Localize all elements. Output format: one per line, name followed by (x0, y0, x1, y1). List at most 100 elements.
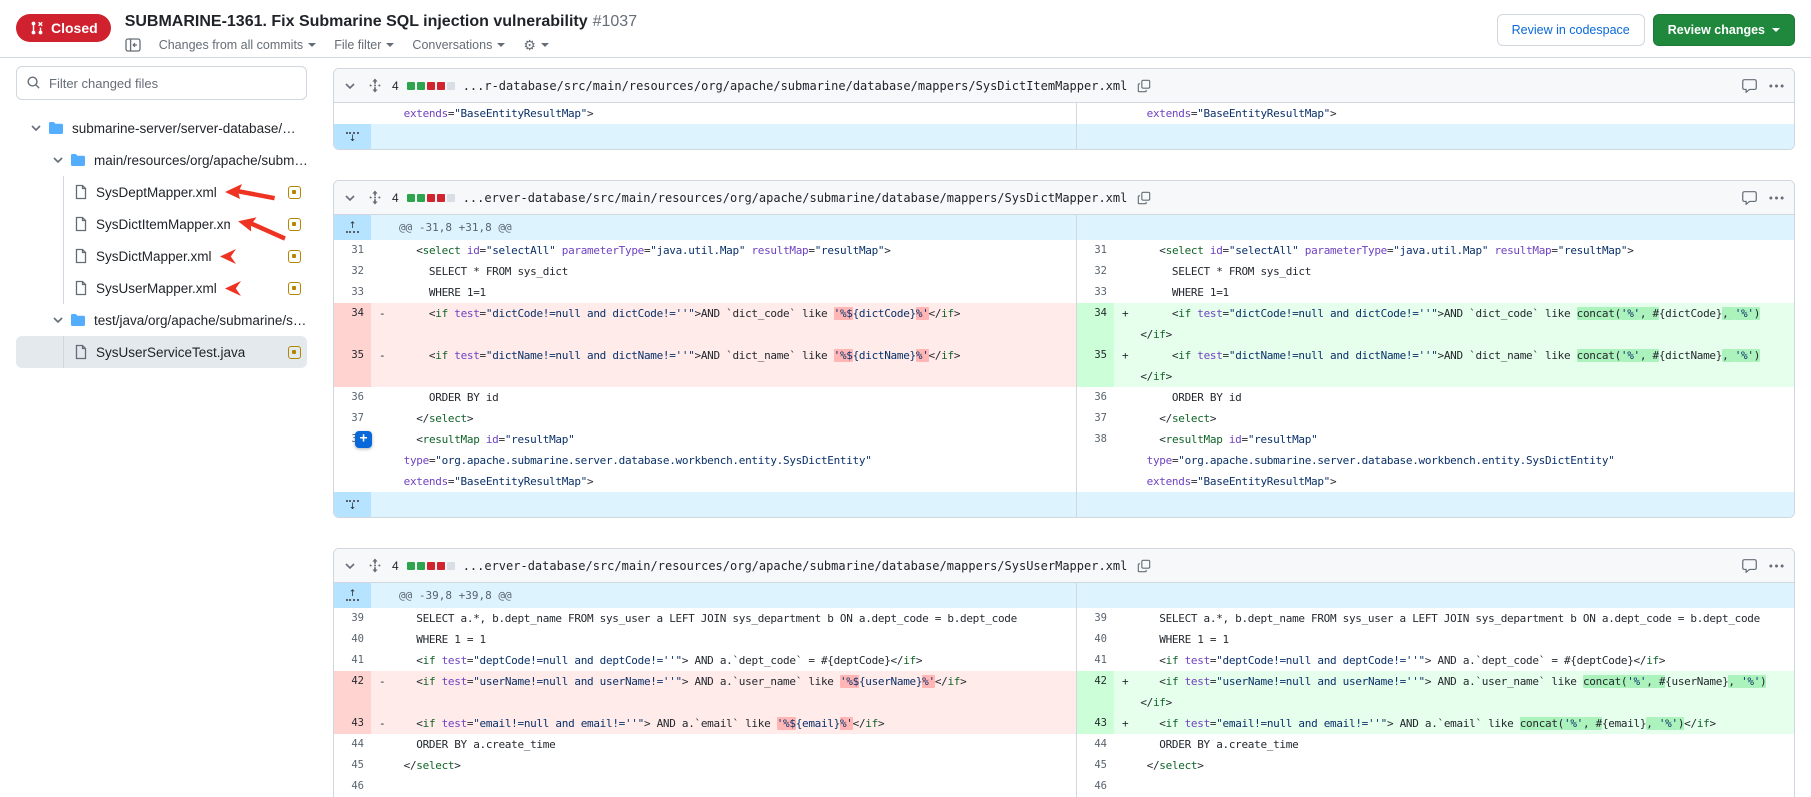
line-number[interactable]: 44 (334, 734, 371, 755)
collapse-diff-chevron-icon[interactable] (342, 558, 358, 574)
comment-icon[interactable] (1740, 76, 1759, 95)
file-path[interactable]: ...r-database/src/main/resources/org/apa… (463, 79, 1128, 93)
line-number[interactable]: 34 (1077, 303, 1114, 324)
review-in-codespace-button[interactable]: Review in codespace (1497, 14, 1645, 46)
code-text: </select> (391, 408, 1076, 429)
tree-file-sysusermapper-xml[interactable]: SysUserMapper.xml (16, 272, 307, 304)
line-number[interactable]: 35 (1077, 345, 1114, 366)
line-number[interactable] (334, 450, 371, 471)
diff-sign: - (371, 303, 391, 324)
tree-folder-main-resources-org-apache-subm[interactable]: main/resources/org/apache/subm… (16, 144, 307, 176)
line-number[interactable] (1077, 366, 1114, 387)
line-number[interactable] (334, 471, 371, 492)
comment-icon[interactable] (1740, 556, 1759, 575)
line-number[interactable]: 41 (334, 650, 371, 671)
comment-icon[interactable] (1740, 188, 1759, 207)
tree-folder-test-java-org-apache-submarine-s[interactable]: test/java/org/apache/submarine/s… (16, 304, 307, 336)
line-number[interactable]: 31 (1077, 240, 1114, 261)
line-number[interactable]: 45 (334, 755, 371, 776)
line-number[interactable] (1077, 103, 1114, 124)
tree-folder-submarine-server-server-database[interactable]: submarine-server/server-database/… (16, 112, 307, 144)
line-number[interactable]: 39 (334, 608, 371, 629)
diff-sign: + (1114, 671, 1134, 692)
filter-files-input[interactable] (16, 66, 307, 100)
line-number[interactable]: 39 (1077, 608, 1114, 629)
line-number[interactable]: 41 (1077, 650, 1114, 671)
line-number[interactable]: 35 (334, 345, 371, 366)
expand-up-button[interactable]: ↑ (334, 215, 371, 240)
diff-settings-dropdown[interactable]: ⚙ (523, 38, 549, 52)
drag-handle-icon[interactable] (366, 188, 384, 207)
diff-line-ctx: type="org.apache.submarine.server.databa… (1076, 450, 1794, 471)
diff-card-sysusermapper-xml: 4...erver-database/src/main/resources/or… (333, 548, 1795, 797)
line-number[interactable]: 44 (1077, 734, 1114, 755)
line-number[interactable]: 36 (334, 387, 371, 408)
diff-line-add: 34+ <if test="dictCode!=null and dictCod… (1076, 303, 1794, 324)
add-comment-button[interactable]: + (355, 431, 372, 448)
tree-file-sysdictitemmapper-xml[interactable]: SysDictItemMapper.xml (16, 208, 307, 240)
file-path[interactable]: ...erver-database/src/main/resources/org… (463, 191, 1128, 205)
drag-handle-icon[interactable] (366, 556, 384, 575)
copy-path-icon[interactable] (1135, 77, 1153, 95)
diff-line-ctx: 36 ORDER BY id (1076, 387, 1794, 408)
line-number[interactable]: 34 (334, 303, 371, 324)
collapse-diff-chevron-icon[interactable] (342, 190, 358, 206)
line-number[interactable]: 43 (1077, 713, 1114, 734)
diff-line-ctx: 40 WHERE 1 = 1 (1076, 629, 1794, 650)
line-number[interactable] (1077, 471, 1114, 492)
kebab-menu-icon[interactable] (1767, 82, 1786, 90)
line-number[interactable]: 46 (1077, 776, 1114, 797)
expand-up-button[interactable]: ↑ (334, 583, 371, 608)
expand-down-button[interactable]: ↓ (334, 124, 371, 149)
git-pull-request-closed-icon (29, 20, 45, 36)
line-number[interactable]: 43 (334, 713, 371, 734)
copy-path-icon[interactable] (1135, 557, 1153, 575)
line-number[interactable] (1077, 450, 1114, 471)
line-number[interactable] (334, 692, 371, 713)
file-path[interactable]: ...erver-database/src/main/resources/org… (463, 559, 1128, 573)
line-number[interactable] (1077, 324, 1114, 345)
tree-file-sysdeptmapper-xml[interactable]: SysDeptMapper.xml (16, 176, 307, 208)
copy-path-icon[interactable] (1135, 189, 1153, 207)
line-number[interactable]: 32 (1077, 261, 1114, 282)
diff-sign (1114, 471, 1134, 492)
chevron-down-icon[interactable] (30, 122, 42, 134)
line-number[interactable]: 42 (1077, 671, 1114, 692)
line-number[interactable]: 33 (1077, 282, 1114, 303)
expand-down-button[interactable]: ↓ (334, 492, 371, 517)
conversations-dropdown[interactable]: Conversations (412, 38, 505, 52)
diff-file-header: 4 ...r-database/src/main/resources/org/ap… (334, 69, 1794, 103)
collapse-diff-chevron-icon[interactable] (342, 78, 358, 94)
collapse-file-tree-button[interactable] (125, 37, 141, 53)
line-number[interactable]: 42 (334, 671, 371, 692)
line-number[interactable]: 32 (334, 261, 371, 282)
tree-file-sysdictmapper-xml[interactable]: SysDictMapper.xml (16, 240, 307, 272)
page-title: SUBMARINE-1361. Fix Submarine SQL inject… (125, 12, 1483, 32)
line-number[interactable] (1077, 692, 1114, 713)
line-number[interactable] (334, 366, 371, 387)
line-number[interactable]: 37 (334, 408, 371, 429)
pr-title: SUBMARINE-1361. Fix Submarine SQL inject… (125, 13, 588, 30)
line-number[interactable] (334, 324, 371, 345)
line-number[interactable]: 40 (334, 629, 371, 650)
file-filter-dropdown[interactable]: File filter (334, 38, 394, 52)
line-number[interactable]: 46 (334, 776, 371, 797)
line-number[interactable]: 36 (1077, 387, 1114, 408)
line-number[interactable] (334, 103, 371, 124)
line-number[interactable]: 40 (1077, 629, 1114, 650)
line-number[interactable]: 38 (1077, 429, 1114, 450)
kebab-menu-icon[interactable] (1767, 194, 1786, 202)
chevron-down-icon[interactable] (52, 154, 64, 166)
line-number[interactable]: 37 (1077, 408, 1114, 429)
tree-file-sysuserservicetest-java[interactable]: SysUserServiceTest.java (16, 336, 307, 368)
line-number[interactable]: 45 (1077, 755, 1114, 776)
diff-line-del (334, 692, 1076, 713)
changes-from-dropdown[interactable]: Changes from all commits (159, 38, 317, 52)
chevron-down-icon[interactable] (52, 314, 64, 326)
drag-handle-icon[interactable] (366, 76, 384, 95)
changes-count: 4 (392, 79, 399, 93)
review-changes-button[interactable]: Review changes (1653, 14, 1795, 46)
kebab-menu-icon[interactable] (1767, 562, 1786, 570)
line-number[interactable]: 31 (334, 240, 371, 261)
line-number[interactable]: 33 (334, 282, 371, 303)
